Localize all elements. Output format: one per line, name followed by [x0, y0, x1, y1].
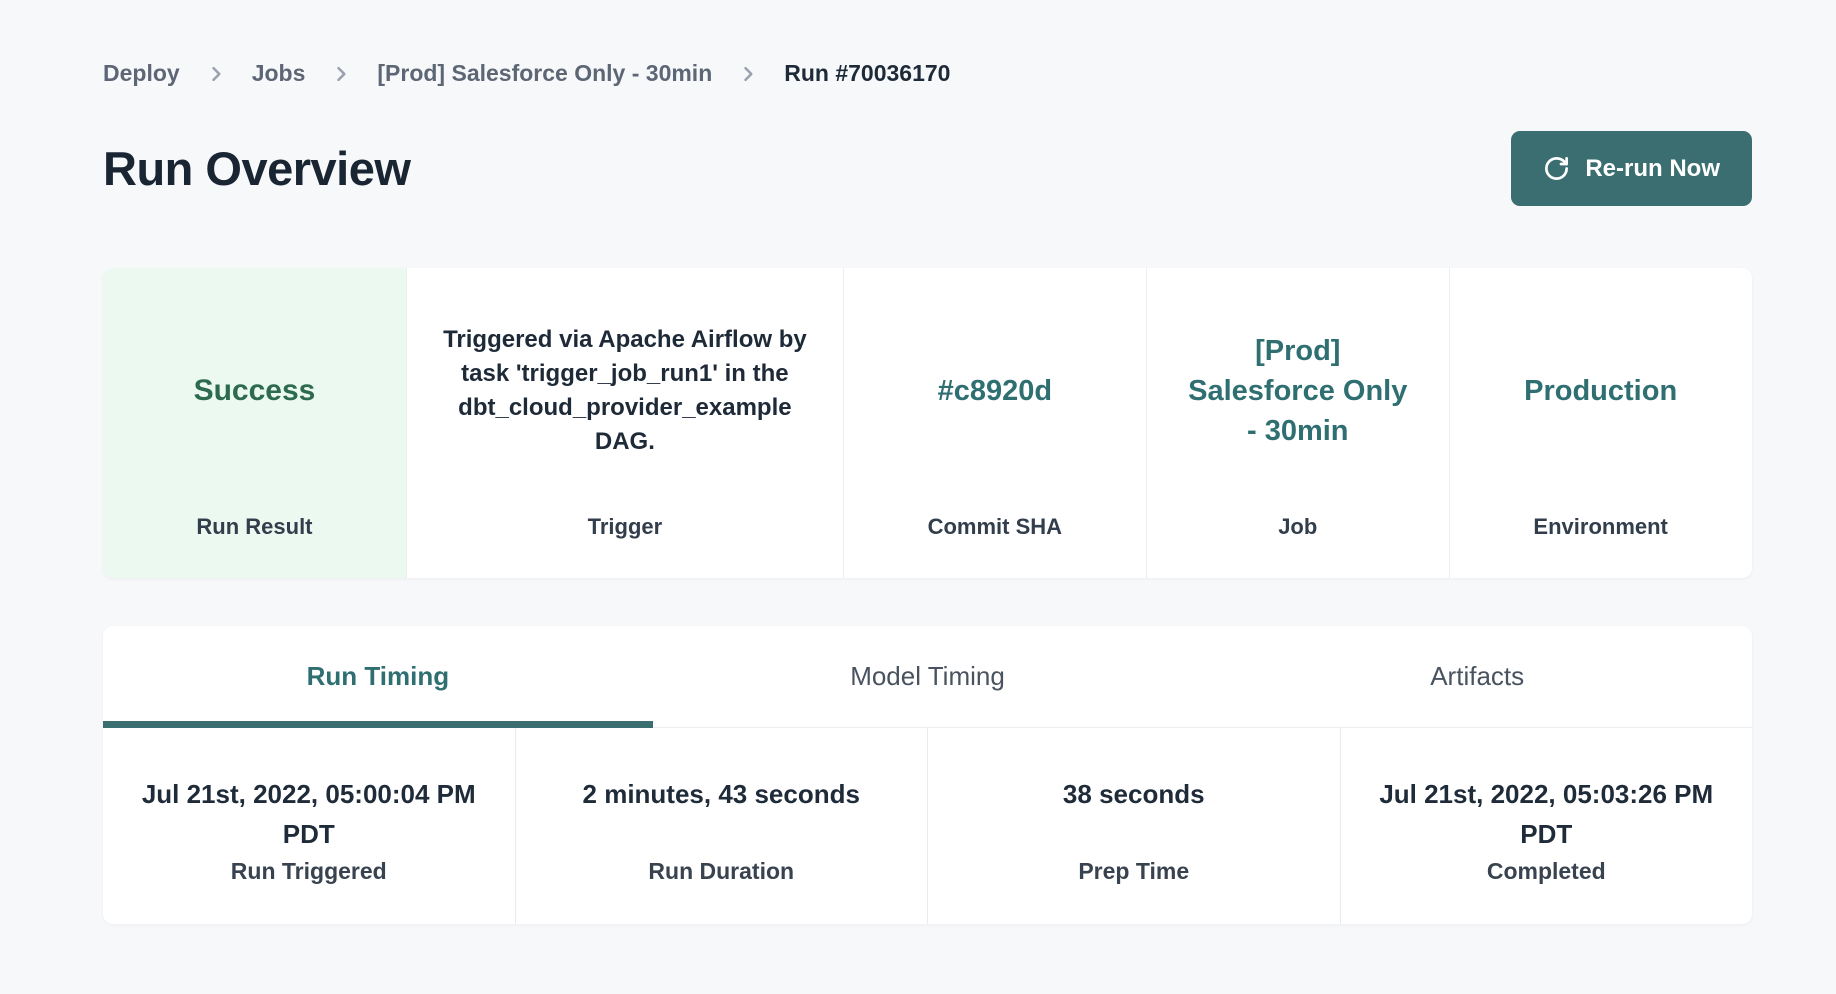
trigger-card: Triggered via Apache Airflow by task 'tr… [406, 268, 843, 578]
breadcrumb-job-name[interactable]: [Prod] Salesforce Only - 30min [377, 60, 712, 87]
rerun-now-button-label: Re-run Now [1585, 155, 1720, 183]
run-duration-cell: 2 minutes, 43 seconds Run Duration [515, 728, 928, 924]
job-card: [Prod] Salesforce Only - 30min Job [1146, 268, 1449, 578]
trigger-value: Triggered via Apache Airflow by task 'tr… [441, 323, 809, 459]
chevron-right-icon [738, 64, 758, 84]
chevron-right-icon [206, 64, 226, 84]
run-summary-card-row: Success Run Result Triggered via Apache … [103, 268, 1752, 578]
commit-sha-card: #c8920d Commit SHA [843, 268, 1146, 578]
run-timing-panel: Jul 21st, 2022, 05:00:04 PM PDT Run Trig… [103, 728, 1752, 924]
run-result-card: Success Run Result [103, 268, 406, 578]
environment-link[interactable]: Production [1524, 371, 1677, 411]
tab-run-timing[interactable]: Run Timing [103, 626, 653, 727]
refresh-icon [1543, 155, 1570, 182]
breadcrumb-jobs[interactable]: Jobs [252, 60, 306, 87]
run-detail-card: Run Timing Model Timing Artifacts Jul 21… [103, 626, 1752, 924]
run-triggered-cell: Jul 21st, 2022, 05:00:04 PM PDT Run Trig… [103, 728, 515, 924]
commit-sha-label: Commit SHA [928, 514, 1062, 578]
completed-cell: Jul 21st, 2022, 05:03:26 PM PDT Complete… [1340, 728, 1753, 924]
run-result-label: Run Result [196, 514, 312, 578]
run-duration-value: 2 minutes, 43 seconds [583, 774, 860, 854]
page-title: Run Overview [103, 141, 410, 196]
tab-bar: Run Timing Model Timing Artifacts [103, 626, 1752, 728]
run-overview-page: Deploy Jobs [Prod] Salesforce Only - 30m… [103, 0, 1752, 924]
run-triggered-value: Jul 21st, 2022, 05:00:04 PM PDT [118, 774, 500, 854]
completed-label: Completed [1487, 858, 1606, 885]
commit-sha-link[interactable]: #c8920d [938, 371, 1053, 411]
page-header: Run Overview Re-run Now [103, 131, 1752, 206]
breadcrumb-deploy[interactable]: Deploy [103, 60, 180, 87]
trigger-label: Trigger [588, 514, 663, 578]
environment-label: Environment [1533, 514, 1667, 578]
tab-artifacts[interactable]: Artifacts [1202, 626, 1752, 727]
prep-time-label: Prep Time [1078, 858, 1189, 885]
breadcrumb-current-run: Run #70036170 [784, 60, 950, 87]
rerun-now-button[interactable]: Re-run Now [1511, 131, 1752, 206]
run-duration-label: Run Duration [648, 858, 794, 885]
job-label: Job [1278, 514, 1317, 578]
job-link[interactable]: [Prod] Salesforce Only - 30min [1182, 331, 1414, 451]
tab-model-timing[interactable]: Model Timing [653, 626, 1203, 727]
prep-time-value: 38 seconds [1063, 774, 1205, 854]
run-result-value: Success [194, 371, 316, 411]
chevron-right-icon [331, 64, 351, 84]
completed-value: Jul 21st, 2022, 05:03:26 PM PDT [1355, 774, 1737, 854]
prep-time-cell: 38 seconds Prep Time [927, 728, 1340, 924]
breadcrumb: Deploy Jobs [Prod] Salesforce Only - 30m… [103, 0, 1752, 87]
environment-card: Production Environment [1449, 268, 1752, 578]
run-triggered-label: Run Triggered [231, 858, 387, 885]
